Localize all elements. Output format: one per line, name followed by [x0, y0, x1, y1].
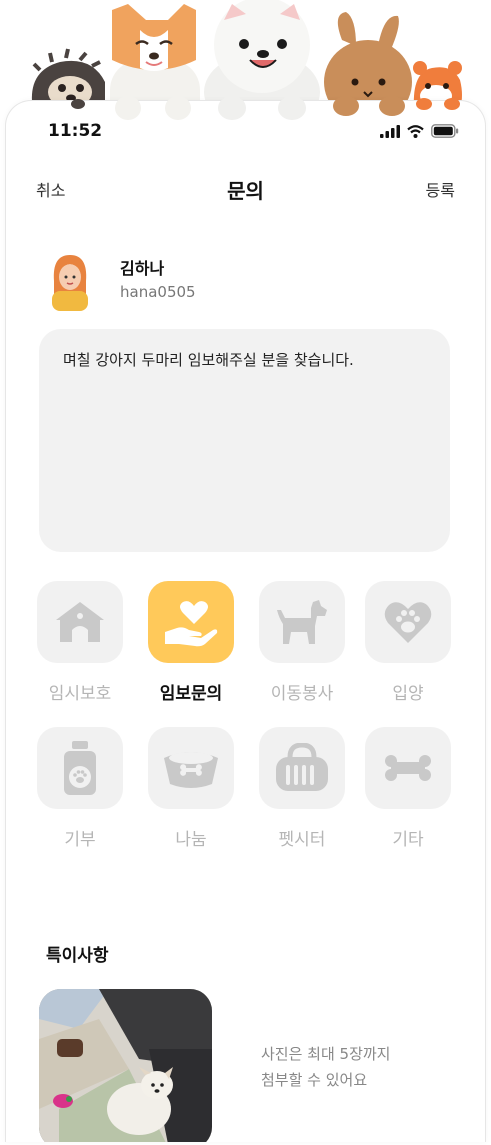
notes-title: 특이사항: [46, 946, 109, 966]
doghouse-icon: [56, 602, 104, 642]
category-label: 펫시터: [278, 830, 326, 850]
category-tile-other[interactable]: [365, 727, 451, 809]
battery-icon: [431, 124, 459, 138]
category-label: 입양: [392, 684, 424, 704]
category-tile-temporary-care[interactable]: [37, 581, 123, 663]
carrier-icon: [276, 743, 328, 791]
category-tile-pet-sitter[interactable]: [259, 727, 345, 809]
category-label: 임시보호: [48, 684, 112, 704]
wifi-icon: [407, 124, 424, 138]
category-tile-adoption[interactable]: [365, 581, 451, 663]
attached-photo[interactable]: [39, 989, 212, 1142]
nav-bar: 취소 문의 등록: [6, 171, 485, 211]
status-time: 11:52: [48, 121, 103, 141]
submit-button[interactable]: 등록: [426, 177, 455, 201]
heart-paw-icon: [384, 602, 432, 643]
category-tile-foster-inquiry[interactable]: [148, 581, 234, 663]
category-tile-transport-volunteer[interactable]: [259, 581, 345, 663]
category-label: 나눔: [175, 830, 207, 850]
inquiry-text: 며칠 강아지 두마리 임보해주실 분을 찾습니다.: [63, 351, 354, 369]
status-bar: 11:52: [6, 101, 485, 161]
signal-icon: [380, 124, 400, 138]
category-tile-donation[interactable]: [37, 727, 123, 809]
phone-frame: 11:52 취소 문의 등록 김하나 hana0505 며칠 강아지 두마리 임…: [5, 100, 486, 1142]
inquiry-textarea[interactable]: 며칠 강아지 두마리 임보해주실 분을 찾습니다.: [39, 329, 450, 552]
heart-hand-icon: [165, 601, 218, 647]
category-label: 임보문의: [159, 684, 223, 704]
user-id: hana0505: [120, 283, 196, 301]
food-bottle-icon: [64, 741, 96, 795]
photo-upload-hint: 사진은 최대 5장까지 첨부할 수 있어요: [261, 1045, 391, 1089]
user-name: 김하나: [120, 259, 165, 278]
bowl-icon: [164, 752, 218, 788]
page-title: 문의: [227, 179, 264, 203]
puppy-photo: [39, 989, 212, 1142]
category-label: 기타: [392, 830, 424, 850]
category-label: 기부: [64, 830, 96, 850]
user-profile: 김하나 hana0505: [48, 251, 448, 311]
bone-icon: [385, 755, 431, 781]
dog-icon: [277, 600, 327, 644]
category-label: 이동봉사: [270, 684, 334, 704]
category-tile-sharing[interactable]: [148, 727, 234, 809]
avatar: [52, 255, 88, 311]
